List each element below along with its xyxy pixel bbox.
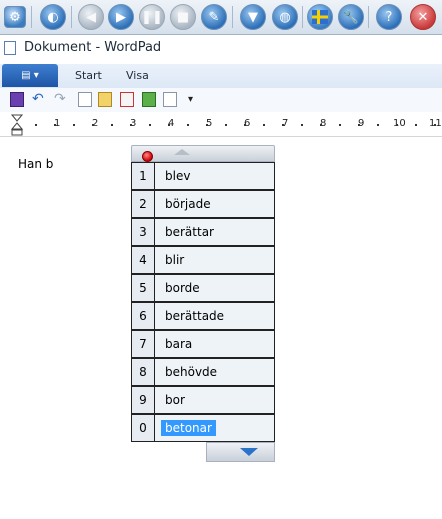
speaker-icon[interactable]: ◐ [40,4,66,30]
ruler-tick [35,124,37,126]
word-suggestion-popup: 1 blev 2 började 3 berättar 4 blir 5 borde 6b… [131,145,275,462]
ruler-tick [396,124,398,126]
toolbar-separator [31,6,32,28]
suggestion-number: 0 [131,414,155,442]
suggestion-row[interactable]: 3 berättar [131,218,275,246]
ruler-tick [225,124,227,126]
stop-icon[interactable]: ■ [170,4,196,30]
suggestion-row[interactable]: 1 blev [131,162,275,190]
suggestion-row[interactable]: 4 blir [131,246,275,274]
settings-icon[interactable]: ⚙ [4,6,26,28]
suggestion-word[interactable]: berättade [155,302,275,330]
suggestion-number: 5 [131,274,155,302]
ruler-tick [358,124,360,126]
ruler-tick [92,124,94,126]
toolbar-separator [232,6,233,28]
suggestion-number: 9 [131,386,155,414]
tools-icon[interactable]: ✎ [201,4,227,30]
ruler-tick [73,124,75,126]
web-icon[interactable]: ◍ [272,4,298,30]
save-file-icon[interactable] [10,92,24,107]
suggestion-number: 7 [131,330,155,358]
flag-icon[interactable] [307,4,333,30]
ruler-tick [377,124,379,126]
tab-visa[interactable]: Visa [126,69,149,82]
skip-back-icon[interactable]: ◀ [78,4,104,30]
undo-icon[interactable]: ↶ [32,92,46,107]
help-icon[interactable]: ? [376,4,402,30]
selected-suggestion-text: betonar [161,420,216,436]
suggestion-word[interactable]: betonar [155,414,275,442]
ruler-tick [187,124,189,126]
scroll-up-icon[interactable] [174,149,190,155]
suggestion-row-selected[interactable]: 0 betonar [131,414,275,442]
suggestion-row[interactable]: 2 började [131,190,275,218]
suggestion-word[interactable]: blir [155,246,275,274]
ruler-tick [263,124,265,126]
wordpad-icon [4,41,16,55]
suggestion-number: 2 [131,190,155,218]
open-document-icon[interactable] [98,92,112,107]
suggestion-word[interactable]: blev [155,162,275,190]
email-icon[interactable] [120,92,134,107]
ruler-tick [415,124,417,126]
suggestion-word[interactable]: bara [155,330,275,358]
suggestion-row[interactable]: 9 bor [131,386,275,414]
suggestion-number: 1 [131,162,155,190]
new-document-icon[interactable] [78,92,92,107]
menu-icon: ▤ ▾ [21,70,39,81]
redo-icon[interactable]: ↷ [54,92,68,107]
suggestion-row[interactable]: 5 borde [131,274,275,302]
ruler-tick [206,124,208,126]
ruler-tick [320,124,322,126]
ruler-tick [54,124,56,126]
toolbar-separator [71,6,72,28]
suggestion-word[interactable]: började [155,190,275,218]
scroll-down-icon[interactable] [240,448,258,456]
ruler-tick [168,124,170,126]
save-icon[interactable]: ▼ [240,4,266,30]
play-icon[interactable]: ▶ [108,4,134,30]
suggestion-number: 3 [131,218,155,246]
ruler-tick [244,124,246,126]
ruler-tick [111,124,113,126]
toolbar-separator [302,6,303,28]
ruler-tick [434,124,436,126]
suggestion-row[interactable]: 8 behövde [131,358,275,386]
suggestion-row[interactable]: 6 berättade [131,302,275,330]
suggestion-list: 1 blev 2 började 3 berättar 4 blir 5 borde 6b… [131,162,275,442]
suggestion-row[interactable]: 7 bara [131,330,275,358]
wrench-icon[interactable]: 🔧 [338,4,364,30]
tab-start[interactable]: Start [75,69,102,82]
suggestion-number: 4 [131,246,155,274]
suggestion-word[interactable]: bor [155,386,275,414]
ruler-tick [282,124,284,126]
ruler-tick [301,124,303,126]
application-menu-button[interactable]: ▤ ▾ [2,64,58,87]
ruler-number: 10 [393,118,406,129]
ruler-tick [130,124,132,126]
print-icon[interactable] [142,92,156,107]
customize-toolbar-icon[interactable]: ▾ [188,92,202,107]
print-preview-icon[interactable] [163,92,177,107]
indent-marker-icon[interactable] [11,114,23,136]
ruler-tick [149,124,151,126]
pause-icon[interactable]: ❚❚ [139,4,165,30]
document-text[interactable]: Han b [18,157,53,171]
ribbon-tab-bar [0,64,442,89]
ruler-tick [339,124,341,126]
suggestion-word[interactable]: berättar [155,218,275,246]
ruler [0,112,442,137]
suggestion-number: 6 [131,302,155,330]
toolbar-separator [368,6,369,28]
popup-close-icon[interactable] [142,151,153,162]
suggestion-word[interactable]: behövde [155,358,275,386]
close-icon[interactable]: ✕ [410,4,436,30]
window-title: Dokument - WordPad [24,40,162,55]
suggestion-number: 8 [131,358,155,386]
suggestion-word[interactable]: borde [155,274,275,302]
